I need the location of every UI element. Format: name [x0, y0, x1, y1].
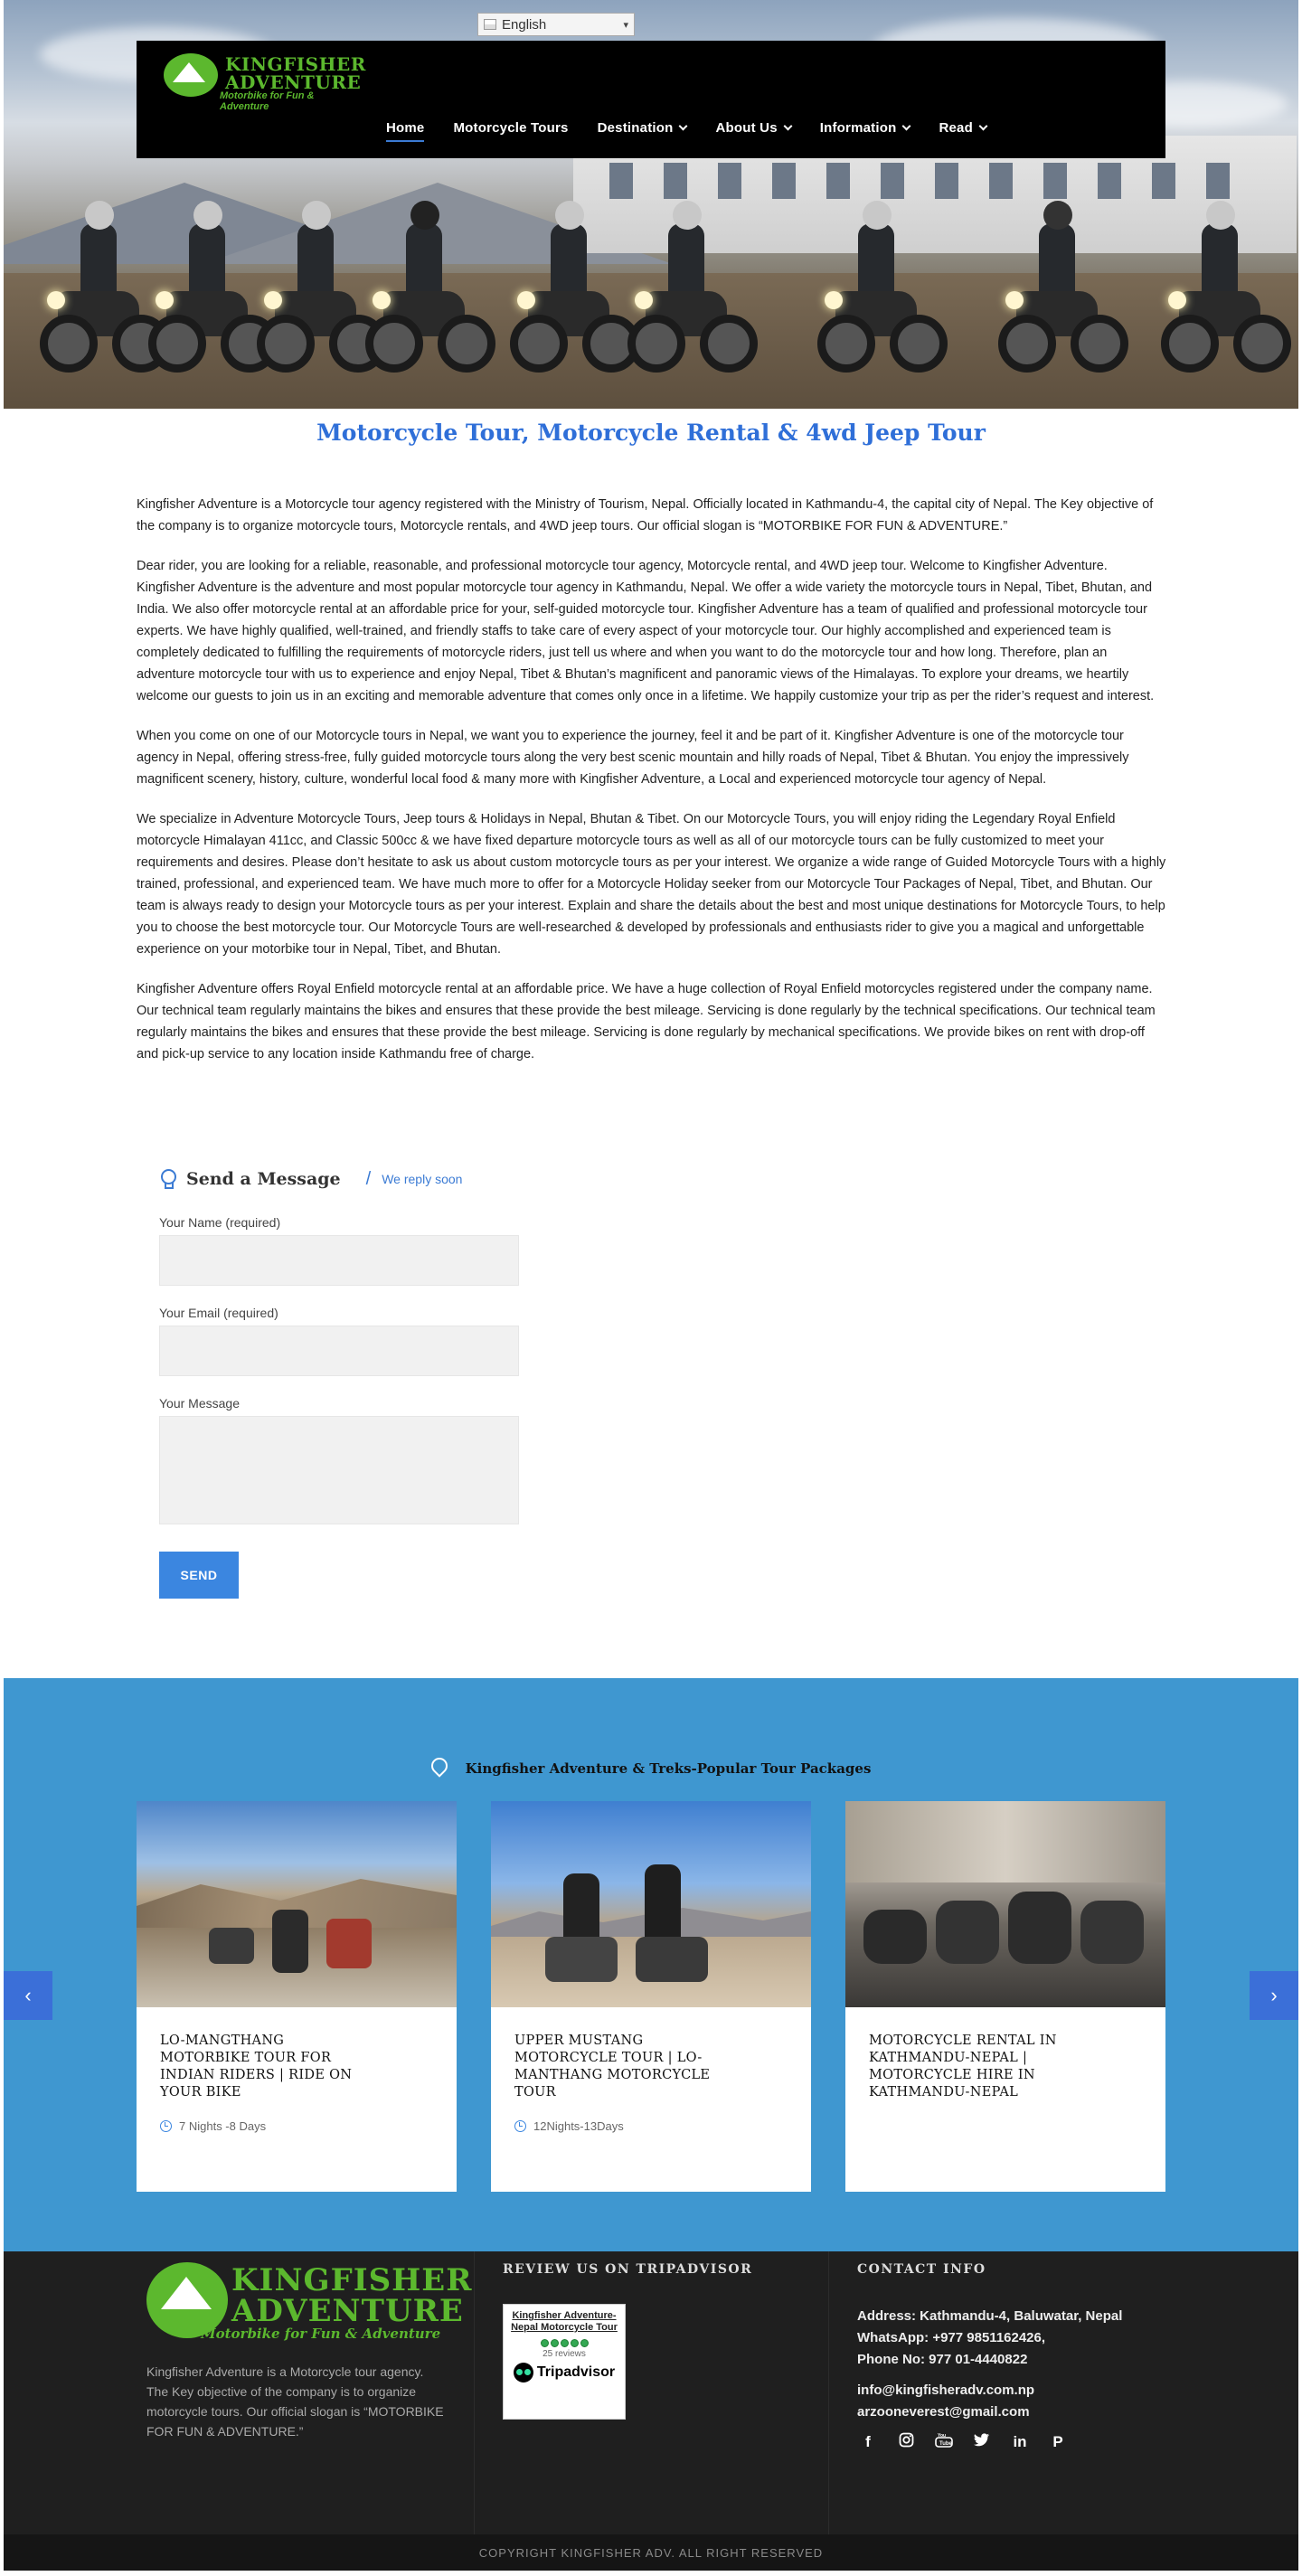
tripadvisor-business-name[interactable]: Kingfisher Adventure-Nepal Motorcycle To…	[504, 2310, 625, 2334]
footer: KINGFISHER ADVENTURE Motorbike for Fun &…	[4, 2251, 1298, 2534]
contact-phone: Phone No: 977 01-4440822	[857, 2352, 1028, 2367]
nav-label: Home	[386, 119, 425, 136]
footer-about: Kingfisher Adventure is a Motorcycle tou…	[146, 2364, 444, 2439]
nav-item-information[interactable]: Information	[806, 113, 925, 142]
logo-emblem-icon	[164, 53, 218, 97]
intro-paragraph: Kingfisher Adventure offers Royal Enfiel…	[137, 982, 1156, 1062]
intro-paragraph: Kingfisher Adventure is a Motorcycle tou…	[137, 497, 1154, 533]
packages-title: Kingfisher Adventure & Treks-Popular Tou…	[465, 1760, 872, 1777]
chevron-down-icon: ▾	[623, 19, 628, 31]
contact-email-2[interactable]: arzooneverest@gmail.com	[857, 2401, 1201, 2423]
lightbulb-icon	[159, 1169, 176, 1189]
language-select-value: English	[502, 16, 547, 33]
intro-paragraph: When you come on one of our Motorcycle t…	[137, 729, 1129, 787]
name-label: Your Name (required)	[159, 1215, 281, 1230]
message-field[interactable]	[159, 1416, 519, 1524]
package-card[interactable]: MOTORCYCLE RENTAL IN KATHMANDU-NEPAL | M…	[845, 1801, 1165, 2192]
nav-label: Read	[939, 119, 973, 136]
review-heading: REVIEW US ON TRIPADVISOR	[503, 2262, 753, 2277]
intro-paragraph: We specialize in Adventure Motorcycle To…	[137, 812, 1166, 957]
name-field[interactable]	[159, 1235, 519, 1286]
instagram-icon[interactable]	[897, 2432, 915, 2452]
page: English ▾ KINGFISHER ADVENTURE Motorbike…	[0, 0, 1302, 2576]
chevron-down-icon	[783, 121, 793, 130]
nav-label: About Us	[715, 119, 778, 136]
tripadvisor-brand-text: Tripadvisor	[536, 2364, 616, 2380]
chevron-down-icon	[902, 121, 911, 130]
nav-label: Information	[819, 119, 897, 136]
package-duration: 7 Nights -8 Days	[160, 2119, 266, 2133]
clock-icon	[514, 2120, 526, 2132]
tripadvisor-widget[interactable]: Kingfisher Adventure-Nepal Motorcycle To…	[503, 2304, 626, 2420]
nav-item-home[interactable]: Home	[372, 113, 439, 142]
rating-dots	[504, 2339, 625, 2347]
intro-paragraph: Dear rider, you are looking for a reliab…	[137, 559, 1155, 703]
pinterest-icon[interactable]: P	[1049, 2433, 1067, 2451]
tripadvisor-logo[interactable]: Tripadvisor	[504, 2363, 625, 2383]
package-card[interactable]: UPPER MUSTANG MOTORCYCLE TOUR | LO-MANTH…	[491, 1801, 811, 2192]
svg-text:Tube: Tube	[939, 2441, 953, 2447]
svg-text:You: You	[938, 2433, 946, 2439]
chevron-down-icon	[978, 121, 988, 130]
carousel-next-button[interactable]: ›	[1250, 1971, 1298, 2020]
contact-address: Address: Kathmandu-4, Baluwatar, Nepal	[857, 2308, 1123, 2324]
package-title[interactable]: UPPER MUSTANG MOTORCYCLE TOUR | LO-MANTH…	[514, 2033, 713, 2101]
email-label: Your Email (required)	[159, 1306, 278, 1320]
email-field[interactable]	[159, 1326, 519, 1376]
nav-item-read[interactable]: Read	[924, 113, 1000, 142]
youtube-icon[interactable]: You Tube	[935, 2432, 953, 2452]
contact-info: Address: Kathmandu-4, Baluwatar, Nepal W…	[857, 2306, 1201, 2423]
package-duration-text: 7 Nights -8 Days	[179, 2119, 267, 2133]
header-navbar: KINGFISHER ADVENTURE Motorbike for Fun &…	[137, 41, 1165, 158]
review-count: 25 reviews	[542, 2349, 586, 2359]
package-title[interactable]: MOTORCYCLE RENTAL IN KATHMANDU-NEPAL | M…	[869, 2033, 1068, 2101]
popular-packages-section: Kingfisher Adventure & Treks-Popular Tou…	[4, 1678, 1298, 2251]
twitter-icon[interactable]	[973, 2433, 991, 2451]
contact-whatsapp: WhatsApp: +977 9851162426,	[857, 2330, 1046, 2345]
flag-icon	[484, 19, 496, 30]
carousel-prev-button[interactable]: ‹	[4, 1971, 52, 2020]
site-logo[interactable]: KINGFISHER ADVENTURE Motorbike for Fun &…	[164, 50, 365, 112]
message-label: Your Message	[159, 1396, 240, 1411]
logo-tagline: Motorbike for Fun & Adventure	[220, 90, 315, 112]
package-image[interactable]	[137, 1801, 457, 2007]
nav-label: Destination	[597, 119, 674, 136]
linkedin-icon[interactable]: in	[1011, 2433, 1029, 2451]
logo-tagline: Motorbike for Fun & Adventure	[201, 2326, 441, 2342]
chevron-down-icon	[679, 121, 688, 130]
form-header: Send a Message / We reply soon	[159, 1163, 792, 1195]
package-image[interactable]	[845, 1801, 1165, 2007]
contact-email-1[interactable]: info@kingfisheradv.com.np	[857, 2380, 1201, 2401]
map-pin-icon	[431, 1758, 448, 1779]
footer-logo[interactable]: KINGFISHER ADVENTURE Motorbike for Fun &…	[146, 2262, 471, 2344]
form-separator: /	[365, 1168, 372, 1189]
intro-content: Kingfisher Adventure is a Motorcycle tou…	[137, 494, 1167, 1083]
page-title: Motorcycle Tour, Motorcycle Rental & 4wd…	[316, 420, 986, 446]
package-duration-text: 12Nights-13Days	[533, 2119, 624, 2133]
form-subtitle: We reply soon	[382, 1172, 463, 1186]
copyright-bar: COPYRIGHT KINGFISHER ADV. ALL RIGHT RESE…	[4, 2534, 1298, 2571]
social-links: f You Tube in P	[859, 2432, 1067, 2452]
nav-item-about-us[interactable]: About Us	[701, 113, 805, 142]
tripadvisor-owl-icon	[513, 2363, 533, 2383]
packages-header: Kingfisher Adventure & Treks-Popular Tou…	[4, 1758, 1298, 1779]
clock-icon	[160, 2120, 172, 2132]
package-card[interactable]: LO-MANGTHANG MOTORBIKE TOUR FOR INDIAN R…	[137, 1801, 457, 2192]
send-button[interactable]: SEND	[159, 1552, 239, 1599]
nav-item-destination[interactable]: Destination	[583, 113, 702, 142]
logo-line-2: ADVENTURE	[231, 2293, 464, 2329]
main-nav: Home Motorcycle Tours Destination About …	[372, 113, 1001, 142]
nav-item-motorcycle-tours[interactable]: Motorcycle Tours	[439, 113, 582, 142]
package-title[interactable]: LO-MANGTHANG MOTORBIKE TOUR FOR INDIAN R…	[160, 2033, 359, 2101]
language-select[interactable]: English ▾	[477, 13, 635, 36]
package-image[interactable]	[491, 1801, 811, 2007]
contact-heading: CONTACT INFO	[857, 2262, 986, 2277]
package-duration: 12Nights-13Days	[514, 2119, 624, 2133]
contact-form: Send a Message / We reply soon Your Name…	[159, 1163, 792, 1599]
facebook-icon[interactable]: f	[859, 2433, 877, 2451]
nav-label: Motorcycle Tours	[453, 119, 569, 136]
form-title: Send a Message	[186, 1169, 341, 1189]
